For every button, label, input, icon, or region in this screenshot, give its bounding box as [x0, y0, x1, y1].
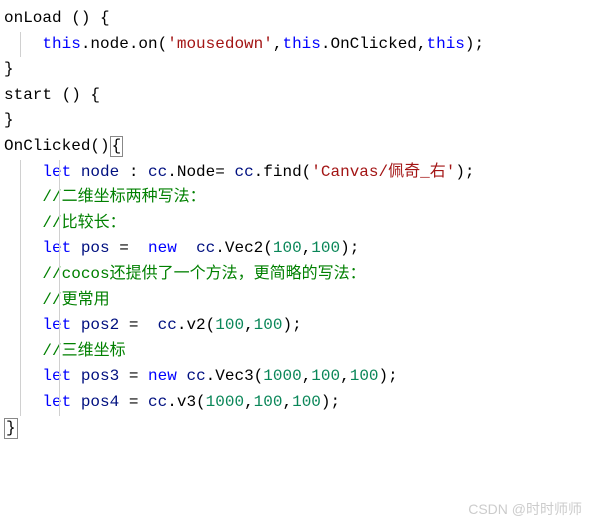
- comment: //三维坐标: [42, 342, 125, 360]
- code-line: let pos2 = cc.v2(100,100);: [4, 313, 586, 339]
- method-name: OnClicked: [4, 137, 90, 155]
- method-name: onLoad: [4, 9, 62, 27]
- string-literal: 'mousedown': [167, 35, 273, 53]
- code-line: let node : cc.Node= cc.find('Canvas/佩奇_右…: [4, 160, 586, 186]
- code-line: }: [4, 57, 586, 83]
- code-line: this.node.on('mousedown',this.OnClicked,…: [4, 32, 586, 58]
- code-line: start () {: [4, 83, 586, 109]
- comment: //cocos还提供了一个方法，更简略的写法：: [42, 265, 365, 283]
- code-line: //cocos还提供了一个方法，更简略的写法：: [4, 262, 586, 288]
- code-line: //更常用: [4, 288, 586, 314]
- comment: //更常用: [42, 291, 109, 309]
- code-editor[interactable]: onLoad () { this.node.on('mousedown',thi…: [0, 0, 590, 447]
- code-line: let pos3 = new cc.Vec3(1000,100,100);: [4, 364, 586, 390]
- code-line: OnClicked(){: [4, 134, 586, 160]
- code-line: let pos = new cc.Vec2(100,100);: [4, 236, 586, 262]
- code-line: }: [4, 108, 586, 134]
- brace-match: }: [4, 418, 18, 439]
- method-name: start: [4, 86, 52, 104]
- string-literal: 'Canvas/佩奇_右': [311, 163, 455, 181]
- code-line: onLoad () {: [4, 6, 586, 32]
- comment: //比较长：: [42, 214, 125, 232]
- code-line: let pos4 = cc.v3(1000,100,100);: [4, 390, 586, 416]
- code-line: }: [4, 416, 586, 442]
- watermark: CSDN @时时师师: [468, 498, 582, 520]
- code-line: //比较长：: [4, 211, 586, 237]
- code-line: //二维坐标两种写法：: [4, 185, 586, 211]
- comment: //二维坐标两种写法：: [42, 188, 205, 206]
- code-line: //三维坐标: [4, 339, 586, 365]
- brace-match: {: [110, 136, 124, 157]
